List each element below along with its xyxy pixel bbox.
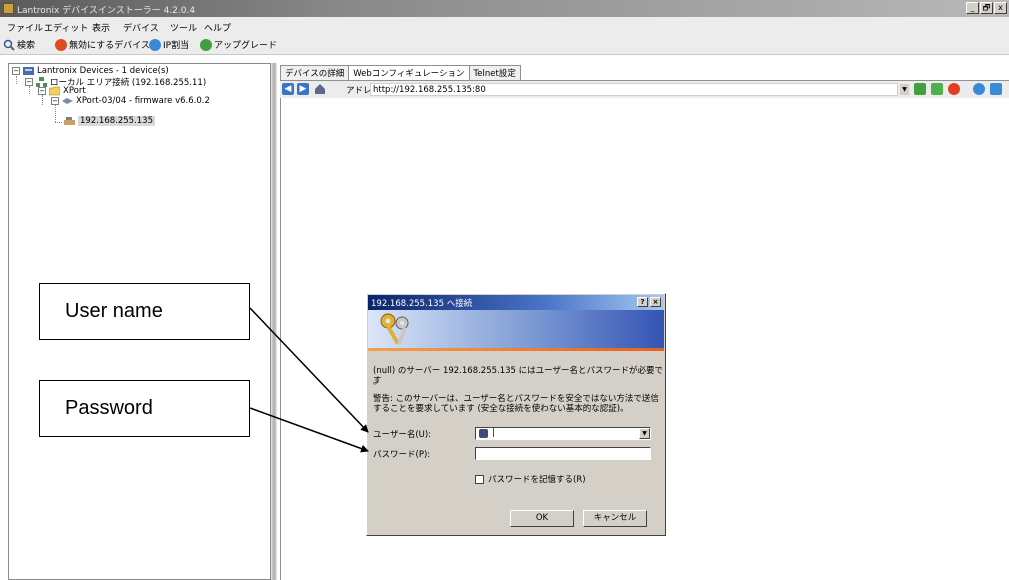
callout-arrows [249, 307, 369, 453]
username-arrow [249, 307, 369, 433]
